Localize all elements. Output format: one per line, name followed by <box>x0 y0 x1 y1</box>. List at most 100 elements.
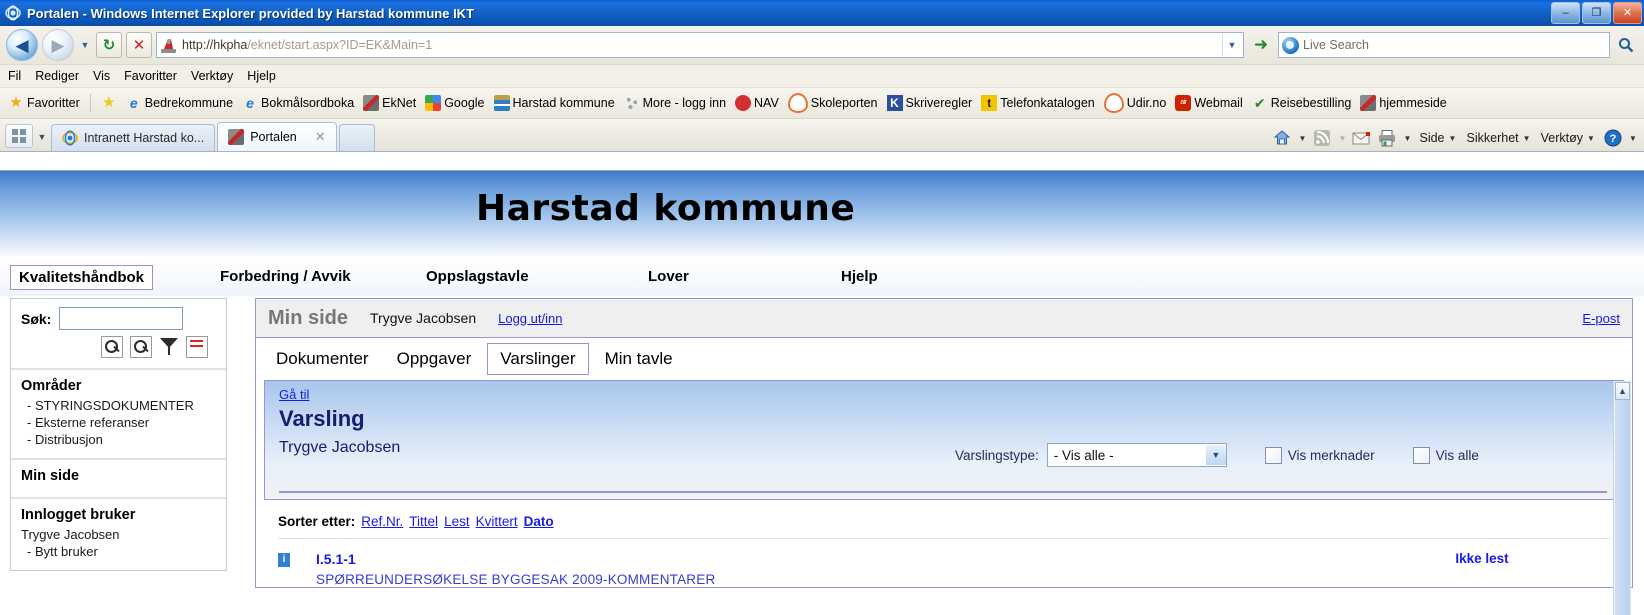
command-page[interactable]: Side ▼ <box>1417 131 1459 145</box>
command-safety[interactable]: Sikkerhet ▼ <box>1465 131 1534 145</box>
favorite-label: Skoleporten <box>810 96 878 110</box>
favorite-nav[interactable]: NAV <box>732 94 782 112</box>
nav-forbedring-avvik[interactable]: Forbedring / Avvik <box>212 265 359 288</box>
goto-link[interactable]: Gå til <box>279 387 309 402</box>
favorite-more-logg-inn[interactable]: More - logg inn <box>621 94 729 112</box>
favorite-skriveregler[interactable]: K Skriveregler <box>884 94 976 112</box>
tab-oppgaver[interactable]: Oppgaver <box>385 344 484 374</box>
search-input-value: Live Search <box>1303 38 1370 52</box>
add-favorite-button[interactable]: ★ <box>98 94 120 112</box>
table-row[interactable]: i I.5.1-1 SPØRREUNDERSØKELSE BYGGESAK 20… <box>256 539 1632 587</box>
favorite-label: Bokmålsordboka <box>261 96 355 110</box>
printer-icon[interactable] <box>1377 128 1397 148</box>
logout-link[interactable]: Logg ut/inn <box>498 311 562 326</box>
sort-option-kvittert[interactable]: Kvittert <box>476 514 518 529</box>
sort-option-tittel[interactable]: Tittel <box>409 514 438 529</box>
back-arrow-icon[interactable]: ◀ <box>6 29 38 61</box>
menu-item-favoritter[interactable]: Favoritter <box>124 69 177 83</box>
favorite-telefonkatalogen[interactable]: t Telefonkatalogen <box>978 94 1098 112</box>
tab-portalen[interactable]: Portalen ✕ <box>217 122 337 151</box>
mail-icon[interactable] <box>1352 128 1372 148</box>
close-icon[interactable]: ✕ <box>315 129 326 145</box>
menu-item-rediger[interactable]: Rediger <box>35 69 79 83</box>
favorite-bokmalsordboka[interactable]: e Bokmålsordboka <box>239 94 357 112</box>
search-input[interactable] <box>59 307 184 330</box>
favorite-google[interactable]: Google <box>422 94 487 112</box>
history-dropdown-icon[interactable]: ▼ <box>78 40 92 50</box>
favorite-bedrekommune[interactable]: e Bedrekommune <box>123 94 236 112</box>
menu-item-fil[interactable]: Fil <box>8 69 21 83</box>
chevron-down-icon: ▼ <box>1338 133 1347 143</box>
favorite-hjemmeside[interactable]: hjemmeside <box>1357 94 1449 112</box>
sidebar-item-distribusjon[interactable]: - Distribusjon <box>21 431 216 448</box>
chevron-down-icon[interactable]: ▼ <box>1628 134 1638 143</box>
minimize-button[interactable]: – <box>1551 2 1580 24</box>
favorite-eknet[interactable]: EkNet <box>360 94 419 112</box>
window-title: Portalen - Windows Internet Explorer pro… <box>27 5 475 21</box>
row-title[interactable]: SPØRREUNDERSØKELSE BYGGESAK 2009-KOMMENT… <box>316 572 715 587</box>
sidebar-item-bytt-bruker[interactable]: - Bytt bruker <box>21 543 216 560</box>
t-icon: t <box>981 95 998 111</box>
nav-lover[interactable]: Lover <box>640 265 697 288</box>
refresh-icon[interactable]: ↻ <box>96 32 122 58</box>
chevron-down-icon[interactable]: ▼ <box>1297 134 1307 143</box>
chevron-down-icon[interactable]: ▼ <box>1402 134 1412 143</box>
nav-oppslagstavle[interactable]: Oppslagstavle <box>418 265 537 288</box>
filter-funnel-icon[interactable] <box>159 336 179 356</box>
checkbox-vis-merknader[interactable]: Vis merknader <box>1264 446 1375 464</box>
tab-varslinger[interactable]: Varslinger <box>487 343 589 375</box>
rss-icon[interactable] <box>1312 128 1332 148</box>
sort-option-dato[interactable]: Dato <box>524 514 554 529</box>
webmail-icon: air <box>1175 95 1192 111</box>
chevron-down-icon[interactable]: ▼ <box>1222 34 1241 56</box>
forward-arrow-icon[interactable]: ▶ <box>42 29 74 61</box>
menu-item-vis[interactable]: Vis <box>93 69 110 83</box>
go-button[interactable]: ➜ <box>1248 33 1274 57</box>
scroll-track[interactable] <box>1615 400 1630 615</box>
ek-icon <box>1360 95 1377 111</box>
tab-intranett-harstad[interactable]: Intranett Harstad ko... <box>51 124 216 151</box>
maximize-button[interactable]: ❐ <box>1582 2 1611 24</box>
epost-link[interactable]: E-post <box>1582 311 1620 326</box>
nav-hjelp[interactable]: Hjelp <box>833 265 886 288</box>
row-ref[interactable]: I.5.1-1 <box>316 551 715 567</box>
sidebar-item-styringsdokumenter[interactable]: - STYRINGSDOKUMENTER <box>21 397 216 414</box>
scroll-up-arrow-icon[interactable]: ▲ <box>1615 382 1630 400</box>
favorites-button[interactable]: ★ Favoritter <box>5 94 83 112</box>
favorite-webmail[interactable]: air Webmail <box>1172 94 1245 112</box>
sort-option-lest[interactable]: Lest <box>444 514 470 529</box>
chevron-down-icon[interactable]: ▼ <box>35 126 49 148</box>
sidebar-minside-section[interactable]: Min side <box>11 460 226 499</box>
menu-item-hjelp[interactable]: Hjelp <box>247 69 276 83</box>
checkbox-vis-alle[interactable]: Vis alle <box>1412 446 1479 464</box>
favorite-udir[interactable]: Udir.no <box>1101 92 1170 114</box>
favorite-skoleporten[interactable]: Skoleporten <box>785 92 881 114</box>
sort-option-refnr[interactable]: Ref.Nr. <box>361 514 403 529</box>
favorite-reisebestilling[interactable]: ✔ Reisebestilling <box>1249 94 1355 112</box>
list-icon[interactable] <box>186 336 208 358</box>
sidebar-item-eksterne-referanser[interactable]: - Eksterne referanser <box>21 414 216 431</box>
command-bar: ▼ ▼ ▼ Side ▼ Sikkerhet ▼ Verktøy ▼ ? ▼ <box>1272 128 1638 148</box>
main-scrollbar[interactable]: ▲ <box>1613 381 1631 615</box>
home-icon[interactable] <box>1272 128 1292 148</box>
close-button[interactable]: ✕ <box>1613 2 1642 24</box>
tab-min-tavle[interactable]: Min tavle <box>593 344 685 374</box>
search-zoom-in-icon[interactable] <box>101 336 123 358</box>
favorite-harstad-kommune[interactable]: Harstad kommune <box>491 94 618 112</box>
stop-icon[interactable]: ✕ <box>126 32 152 58</box>
tab-dokumenter[interactable]: Dokumenter <box>264 344 381 374</box>
divider <box>279 491 1607 493</box>
help-icon[interactable]: ? <box>1603 128 1623 148</box>
favorite-label: Harstad kommune <box>512 96 615 110</box>
command-tools[interactable]: Verktøy ▼ <box>1539 131 1598 145</box>
quick-tabs-icon[interactable] <box>5 124 33 148</box>
search-zoom-out-icon[interactable] <box>130 336 152 358</box>
min-side-header: Min side Trygve Jacobsen Logg ut/inn E-p… <box>256 299 1632 338</box>
search-icon[interactable] <box>1614 33 1638 57</box>
address-input[interactable]: http://hkpha/eknet/start.aspx?ID=EK&Main… <box>156 32 1244 58</box>
varslingstype-select[interactable]: - Vis alle - ▼ <box>1046 443 1227 467</box>
search-input[interactable]: Live Search <box>1278 32 1610 58</box>
new-tab-button[interactable] <box>338 124 375 151</box>
menu-item-verktoy[interactable]: Verktøy <box>191 69 233 83</box>
nav-kvalitetshandbok[interactable]: Kvalitetshåndbok <box>10 265 154 290</box>
